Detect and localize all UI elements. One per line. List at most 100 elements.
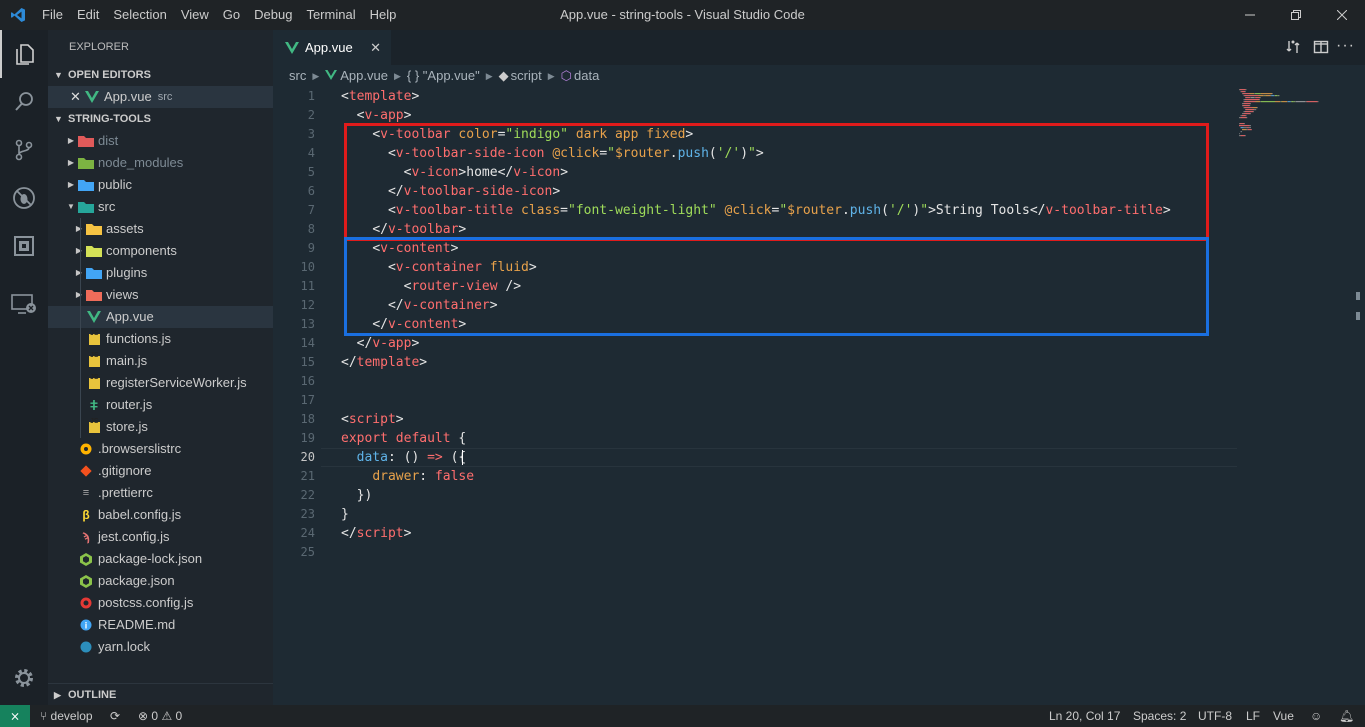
remote-indicator[interactable]: ⨯: [0, 705, 30, 727]
settings-activity[interactable]: [0, 654, 48, 702]
code-line[interactable]: 10 <v-container fluid>: [273, 258, 1365, 277]
more-actions-icon[interactable]: ···: [1336, 37, 1355, 55]
code-line[interactable]: 12 </v-container>: [273, 296, 1365, 315]
tree-item-package-lock-json[interactable]: package-lock.json: [48, 548, 273, 570]
restore-button[interactable]: [1273, 0, 1319, 30]
tree-item-main-js[interactable]: JS main.js: [48, 350, 273, 372]
source-control-activity[interactable]: [0, 126, 48, 174]
tree-item-views[interactable]: ▶ views: [48, 284, 273, 306]
language-mode[interactable]: Vue: [1273, 709, 1294, 723]
code-line[interactable]: 3 <v-toolbar color="indigo" dark app fix…: [273, 125, 1365, 144]
close-tab-icon[interactable]: ✕: [370, 40, 381, 56]
tree-item-postcss-config-js[interactable]: postcss.config.js: [48, 592, 273, 614]
tree-item-node-modules[interactable]: ▶ node_modules: [48, 152, 273, 174]
menu-selection[interactable]: Selection: [113, 7, 166, 22]
code-line[interactable]: 1 <template>: [273, 87, 1365, 106]
line-content: <v-container fluid>: [387, 260, 537, 275]
vertical-scrollbar[interactable]: [1351, 87, 1365, 705]
code-line[interactable]: 9 <v-content>: [273, 239, 1365, 258]
feedback-button[interactable]: ☺: [1310, 709, 1322, 723]
remote-explorer-activity[interactable]: [0, 280, 48, 328]
code-line[interactable]: 20 data: () => ({: [273, 448, 1365, 467]
tree-item-label: assets: [106, 221, 144, 236]
code-line[interactable]: 23}: [273, 505, 1365, 524]
code-line[interactable]: 16: [273, 372, 1365, 391]
menu-help[interactable]: Help: [370, 7, 397, 22]
code-line[interactable]: 15 </template>: [273, 353, 1365, 372]
menu-edit[interactable]: Edit: [77, 7, 99, 22]
tree-item-public[interactable]: ▶ public: [48, 174, 273, 196]
tree-item-components[interactable]: ▶ components: [48, 240, 273, 262]
code-line[interactable]: 25: [273, 543, 1365, 562]
tree-item-functions-js[interactable]: JS functions.js: [48, 328, 273, 350]
tree-item-yarn-lock[interactable]: yarn.lock: [48, 636, 273, 658]
project-section[interactable]: ▼ STRING-TOOLS: [48, 108, 273, 130]
breadcrumb-item[interactable]: src: [289, 65, 306, 87]
menu-terminal[interactable]: Terminal: [306, 7, 355, 22]
tree-item-plugins[interactable]: ▶ plugins: [48, 262, 273, 284]
tree-item-registerserviceworker-js[interactable]: JS registerServiceWorker.js: [48, 372, 273, 394]
code-line[interactable]: 6 </v-toolbar-side-icon>: [273, 182, 1365, 201]
tree-item-readme-md[interactable]: i README.md: [48, 614, 273, 636]
minimap-mark: [1239, 123, 1245, 125]
tree-item-assets[interactable]: ▶ assets: [48, 218, 273, 240]
tree-item-gitignore[interactable]: .gitignore: [48, 460, 273, 482]
minimize-button[interactable]: [1227, 0, 1273, 30]
code-line[interactable]: 5 <v-icon>home</v-icon>: [273, 163, 1365, 182]
breadcrumb-item[interactable]: { } "App.vue": [407, 65, 480, 87]
explorer-activity[interactable]: [0, 30, 48, 78]
tree-item-src[interactable]: ▼ src: [48, 196, 273, 218]
sync-button[interactable]: ⟳: [110, 709, 120, 723]
code-line[interactable]: 8 </v-toolbar>: [273, 220, 1365, 239]
line-ending[interactable]: LF: [1246, 709, 1260, 723]
indentation[interactable]: Spaces: 2: [1133, 709, 1186, 723]
outline-section[interactable]: ▶ OUTLINE: [48, 683, 273, 705]
code-line[interactable]: 2 <v-app>: [273, 106, 1365, 125]
code-line[interactable]: 21 drawer: false: [273, 467, 1365, 486]
notifications-button[interactable]: 🔔︎: [1339, 709, 1354, 723]
minimap[interactable]: [1237, 87, 1337, 167]
tree-item-babel-config-js[interactable]: β babel.config.js: [48, 504, 273, 526]
extensions-activity[interactable]: [0, 222, 48, 270]
tree-item-dist[interactable]: ▶ dist: [48, 130, 273, 152]
code-line[interactable]: 17: [273, 391, 1365, 410]
breadcrumb-item[interactable]: ⬡ data: [561, 65, 600, 87]
tree-item-store-js[interactable]: JS store.js: [48, 416, 273, 438]
tab-app-vue[interactable]: App.vue ✕: [273, 30, 391, 65]
menu-file[interactable]: File: [42, 7, 63, 22]
breadcrumb-item[interactable]: ◆ script: [499, 65, 542, 87]
close-window-button[interactable]: [1319, 0, 1365, 30]
code-line[interactable]: 24 </script>: [273, 524, 1365, 543]
menu-view[interactable]: View: [181, 7, 209, 22]
code-line[interactable]: 19 export default {: [273, 429, 1365, 448]
open-editor-item[interactable]: ✕ App.vue src: [48, 86, 273, 108]
code-line[interactable]: 7 <v-toolbar-title class="font-weight-li…: [273, 201, 1365, 220]
tree-item-jest-config-js[interactable]: ϡ jest.config.js: [48, 526, 273, 548]
encoding[interactable]: UTF-8: [1198, 709, 1232, 723]
code-line[interactable]: 22 }): [273, 486, 1365, 505]
tree-item-browserslistrc[interactable]: .browserslistrc: [48, 438, 273, 460]
code-line[interactable]: 14 </v-app>: [273, 334, 1365, 353]
branch-indicator[interactable]: ⑂ develop: [40, 709, 93, 723]
breadcrumb-item[interactable]: App.vue: [325, 65, 388, 87]
tree-item-package-json[interactable]: package.json: [48, 570, 273, 592]
menu-debug[interactable]: Debug: [254, 7, 292, 22]
code-line[interactable]: 13 </v-content>: [273, 315, 1365, 334]
menu-go[interactable]: Go: [223, 7, 240, 22]
search-activity[interactable]: [0, 78, 48, 126]
tree-item-prettierrc[interactable]: ≡ .prettierrc: [48, 482, 273, 504]
split-editor-button[interactable]: [1313, 39, 1329, 60]
tree-item-app-vue[interactable]: App.vue: [48, 306, 273, 328]
code-line[interactable]: 11 <router-view />: [273, 277, 1365, 296]
cursor-position[interactable]: Ln 20, Col 17: [1049, 709, 1120, 723]
code-view[interactable]: 1 <template> 2 <v-app> 3 <v-toolbar color="…: [273, 87, 1365, 562]
tree-item-label: functions.js: [106, 331, 172, 346]
problems-indicator[interactable]: ⊗ 0 ⚠ 0: [138, 709, 182, 723]
open-changes-button[interactable]: [1285, 39, 1301, 60]
open-editors-section[interactable]: ▼ OPEN EDITORS: [48, 64, 273, 86]
close-icon[interactable]: ✕: [70, 86, 82, 108]
tree-item-router-js[interactable]: ǂ router.js: [48, 394, 273, 416]
debug-activity[interactable]: [0, 174, 48, 222]
code-line[interactable]: 18 <script>: [273, 410, 1365, 429]
code-line[interactable]: 4 <v-toolbar-side-icon @click="$router.p…: [273, 144, 1365, 163]
